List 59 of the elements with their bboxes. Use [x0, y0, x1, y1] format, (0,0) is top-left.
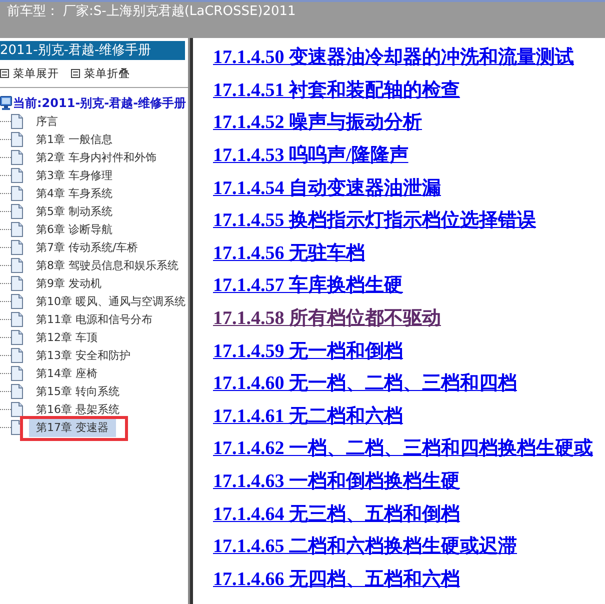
section-link[interactable]: 17.1.4.58 所有档位都不驱动 [213, 308, 441, 330]
document-icon [11, 114, 23, 128]
document-icon [11, 330, 23, 344]
section-link[interactable]: 17.1.4.51 衬套和装配轴的检查 [213, 80, 460, 102]
list-icon [71, 69, 80, 78]
document-icon [11, 276, 23, 290]
tree-root-label[interactable]: 当前:2011-别克-君越-维修手册 [13, 94, 186, 112]
section-link[interactable]: 17.1.4.50 变速器油冷却器的冲洗和流量测试 [213, 47, 574, 70]
section-link[interactable]: 17.1.4.64 无三档、五档和倒档 [213, 504, 460, 526]
tree-item[interactable]: 第10章 暖风、通风与空调系统 [29, 292, 188, 310]
tree-item[interactable]: 第4章 车身系统 [29, 184, 114, 202]
document-icon [11, 132, 23, 146]
document-icon [11, 312, 23, 326]
document-icon [11, 258, 23, 272]
sidebar-title: 2011-别克-君越-维修手册 [0, 41, 185, 60]
document-icon [11, 384, 23, 398]
section-link[interactable]: 17.1.4.53 呜呜声/隆隆声 [213, 145, 408, 168]
document-icon [11, 150, 23, 164]
tree-item[interactable]: 第5章 制动系统 [29, 202, 114, 220]
section-link[interactable]: 17.1.4.54 自动变速器油泄漏 [213, 178, 441, 200]
tree-item[interactable]: 第6章 诊断导航 [29, 220, 114, 238]
section-link[interactable]: 17.1.4.66 无四档、五档和六档 [213, 568, 460, 591]
document-icon [11, 240, 23, 254]
menu-action-button[interactable]: 菜单折叠 [71, 66, 130, 81]
document-icon [11, 204, 23, 218]
tree-item[interactable]: 第2章 车身内衬件和外饰 [29, 148, 158, 166]
document-icon [11, 366, 23, 380]
section-link[interactable]: 17.1.4.60 无一档、二档、三档和四档 [213, 373, 517, 396]
section-link[interactable]: 17.1.4.63 一档和倒档换档生硬 [213, 471, 460, 494]
tree-item[interactable]: 第14章 座椅 [29, 364, 100, 382]
tree-item[interactable]: 第15章 转向系统 [29, 382, 122, 400]
document-icon [11, 402, 23, 416]
document-icon [11, 348, 23, 362]
tree-item[interactable]: 第13章 安全和防护 [29, 346, 132, 364]
section-link[interactable]: 17.1.4.59 无一档和倒档 [213, 340, 403, 363]
section-link[interactable]: 17.1.4.65 二档和六档换档生硬或迟滞 [213, 536, 517, 558]
document-icon [11, 294, 23, 308]
section-link[interactable]: 17.1.4.61 无二档和六档 [213, 406, 403, 428]
car-model-text: 厂家:S-上海别克君越(LaCROSSE)2011 [63, 3, 296, 21]
section-link[interactable]: 17.1.4.55 换档指示灯指示档位选择错误 [213, 210, 536, 232]
section-link[interactable]: 17.1.4.62 一档、二档、三档和四档换档生硬或 [213, 438, 593, 460]
tree-item[interactable]: 第16章 悬架系统 [29, 400, 122, 418]
header-label: 前车型： [7, 3, 59, 21]
document-icon [11, 222, 23, 236]
tree-item[interactable]: 第9章 发动机 [29, 274, 104, 292]
tree-item[interactable]: 序言 [29, 112, 60, 130]
menu-action-button[interactable]: 菜单展开 [0, 66, 59, 81]
tree-item[interactable]: 第1章 一般信息 [29, 130, 114, 148]
section-link[interactable]: 17.1.4.56 无驻车档 [213, 242, 365, 265]
tree-item[interactable]: 第3章 车身修理 [29, 166, 114, 184]
monitor-icon [0, 96, 12, 110]
document-icon [11, 186, 23, 200]
tree-item[interactable]: 第7章 传动系统/车桥 [29, 238, 140, 256]
tree-item[interactable]: 第11章 电源和信号分布 [29, 310, 154, 328]
section-link[interactable]: 17.1.4.52 噪声与振动分析 [213, 112, 422, 134]
tree-item[interactable]: 第12章 车顶 [29, 328, 100, 346]
section-link[interactable]: 17.1.4.57 车库换档生硬 [213, 275, 403, 298]
document-icon [11, 168, 23, 182]
tree-item[interactable]: 第8章 驾驶员信息和娱乐系统 [29, 256, 180, 274]
